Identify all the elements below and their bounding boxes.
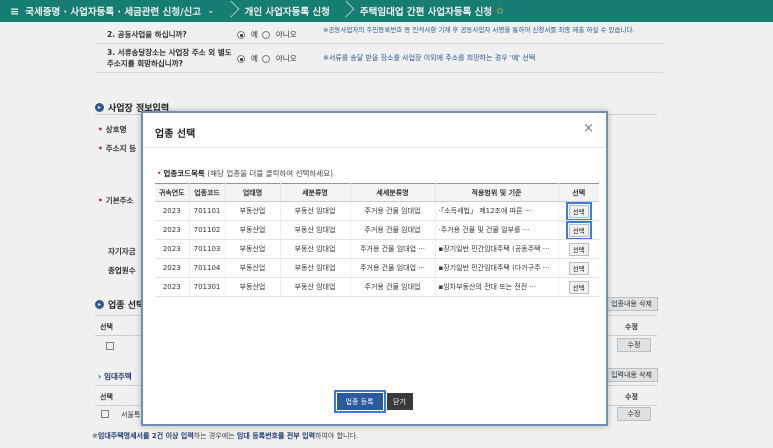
cell-scope: ▪장기일반 민간임대주택 (공동주택 ···	[435, 239, 559, 259]
cell-subsub: 주거용 건물 임대업 ···	[350, 258, 436, 278]
industry-code-list-caption: • 업종코드목록 (해당 업종을 더블 클릭하여 선택하세요)	[157, 168, 333, 179]
select-button[interactable]: 선택	[568, 280, 589, 294]
cell-type: 부동산업	[225, 258, 281, 278]
register-industry-button[interactable]: 업종 등록	[333, 390, 386, 413]
cell-select: 선택	[558, 239, 599, 259]
cell-year: 2023	[155, 201, 190, 221]
cell-type: 부동산업	[225, 239, 281, 259]
cell-type: 부동산업	[225, 201, 281, 221]
modal-title: 업종 선택	[155, 129, 196, 140]
col-header-select: 선택	[558, 183, 599, 202]
cell-scope: ·주거용 건물 및 건물 일부를 ···	[435, 220, 559, 240]
select-button[interactable]: 선택	[565, 201, 592, 220]
modal-divider	[143, 147, 606, 148]
cell-subsub: 주거용 건물 임대업 ···	[350, 239, 436, 259]
cell-scope: ·「소득세법」 제12조에 따른 ···	[435, 201, 559, 221]
modal-footer: 업종 등록 닫기	[143, 390, 606, 413]
cell-subsub: 주거용 건물 임대업	[350, 277, 436, 297]
industry-select-modal: 업종 선택 × • 업종코드목록 (해당 업종을 더블 클릭하여 선택하세요) 귀…	[141, 111, 608, 426]
cell-scope: ▪장기일반 민간임대주택 (다가구주 ···	[435, 258, 559, 278]
cell-code: 701101	[189, 201, 226, 221]
cell-year: 2023	[155, 277, 190, 297]
col-header-subsub: 세세분류명	[350, 183, 436, 202]
table-row[interactable]: 2023 701103 부동산업 부동산 임대업 주거용 건물 임대업 ··· …	[155, 239, 599, 259]
caption-hint: (해당 업종을 더블 클릭하여 선택하세요)	[207, 169, 334, 178]
cell-select: 선택	[558, 201, 599, 221]
cell-sub: 부동산 임대업	[280, 277, 351, 297]
cell-select: 선택	[558, 277, 599, 297]
cell-select: 선택	[558, 258, 599, 278]
table-row[interactable]: 2023 701101 부동산업 부동산 임대업 주거용 건물 임대업 ·「소득…	[155, 201, 599, 221]
cell-type: 부동산업	[225, 277, 281, 297]
select-button[interactable]: 선택	[565, 220, 592, 239]
caption-label: 업종코드목록	[163, 169, 205, 178]
cell-subsub: 주거용 건물 임대업	[350, 201, 436, 221]
cell-year: 2023	[155, 220, 190, 240]
cell-scope: ▪임차부동산의 전대 또는 전전 ···	[435, 277, 559, 297]
table-row[interactable]: 2023 701301 부동산업 부동산 임대업 주거용 건물 임대업 ▪임차부…	[155, 277, 599, 297]
caption-bullet: •	[157, 169, 162, 178]
cell-code: 701104	[189, 258, 226, 278]
cell-year: 2023	[155, 258, 190, 278]
table-row[interactable]: 2023 701104 부동산업 부동산 임대업 주거용 건물 임대업 ··· …	[155, 258, 599, 278]
cell-select: 선택	[558, 220, 599, 240]
close-icon[interactable]: ×	[583, 121, 594, 136]
cell-type: 부동산업	[225, 220, 281, 240]
table-header-row: 귀속연도 업종코드 업태명 세분류명 세세분류명 적용범위 및 기준 선택	[155, 183, 599, 202]
cell-code: 701103	[189, 239, 226, 259]
select-button[interactable]: 선택	[568, 242, 589, 256]
cell-code: 701301	[189, 277, 226, 297]
cell-sub: 부동산 임대업	[280, 201, 351, 221]
cell-sub: 부동산 임대업	[280, 239, 351, 259]
cell-code: 701102	[189, 220, 226, 240]
cell-year: 2023	[155, 239, 190, 259]
table-row[interactable]: 2023 701102 부동산업 부동산 임대업 주거용 건물 임대업 ·주거용…	[155, 220, 599, 240]
close-button[interactable]: 닫기	[386, 393, 413, 410]
industry-code-table: 귀속연도 업종코드 업태명 세분류명 세세분류명 적용범위 및 기준 선택 20…	[155, 183, 599, 297]
col-header-sub: 세분류명	[280, 183, 351, 202]
cell-sub: 부동산 임대업	[280, 258, 351, 278]
select-button[interactable]: 선택	[568, 261, 589, 275]
col-header-year: 귀속연도	[155, 183, 190, 202]
cell-sub: 부동산 임대업	[280, 220, 351, 240]
cell-subsub: 주거용 건물 임대업	[350, 220, 436, 240]
col-header-type: 업태명	[225, 183, 281, 202]
col-header-code: 업종코드	[189, 183, 226, 202]
col-header-scope: 적용범위 및 기준	[435, 183, 559, 202]
